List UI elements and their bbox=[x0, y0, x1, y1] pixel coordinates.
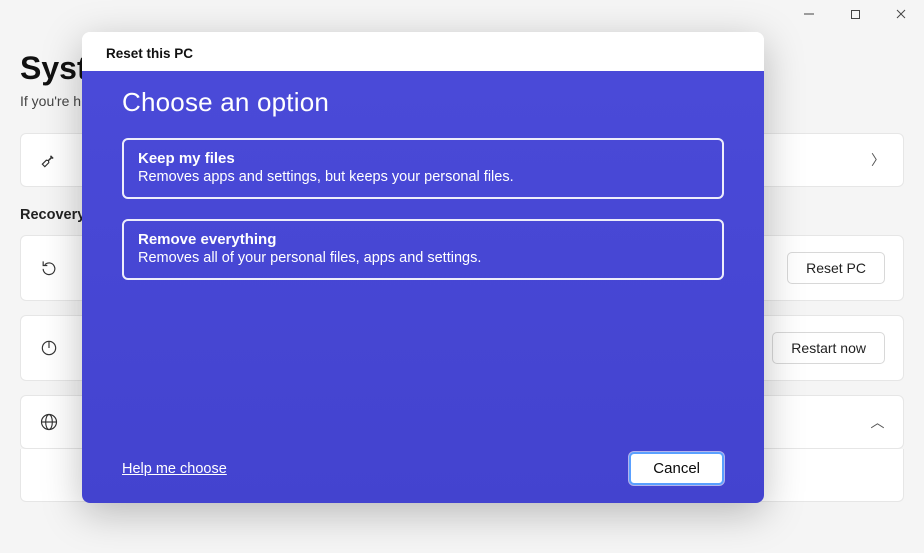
maximize-icon bbox=[850, 9, 861, 20]
power-gear-icon bbox=[39, 338, 59, 358]
restart-now-button[interactable]: Restart now bbox=[772, 332, 885, 364]
option-desc: Removes apps and settings, but keeps you… bbox=[138, 169, 708, 185]
close-icon bbox=[895, 8, 907, 20]
option-title: Keep my files bbox=[138, 150, 708, 167]
dialog-footer: Help me choose Cancel bbox=[122, 440, 724, 485]
reset-icon bbox=[39, 258, 59, 278]
option-remove-everything[interactable]: Remove everything Removes all of your pe… bbox=[122, 219, 724, 280]
chevron-up-icon: 〉 bbox=[868, 415, 888, 429]
maximize-button[interactable] bbox=[832, 0, 878, 28]
spacer-icon bbox=[39, 465, 59, 485]
help-me-choose-link[interactable]: Help me choose bbox=[122, 461, 227, 477]
option-title: Remove everything bbox=[138, 231, 708, 248]
minimize-button[interactable] bbox=[786, 0, 832, 28]
reset-pc-dialog: Reset this PC Choose an option Keep my f… bbox=[82, 32, 764, 503]
chevron-right-icon: 〉 bbox=[871, 150, 885, 170]
cancel-button[interactable]: Cancel bbox=[629, 452, 724, 485]
minimize-icon bbox=[803, 8, 815, 20]
dialog-body: Choose an option Keep my files Removes a… bbox=[82, 71, 764, 503]
reset-pc-button[interactable]: Reset PC bbox=[787, 252, 885, 284]
dialog-header: Reset this PC bbox=[82, 32, 764, 71]
dialog-header-title: Reset this PC bbox=[106, 46, 740, 61]
option-keep-my-files[interactable]: Keep my files Removes apps and settings,… bbox=[122, 138, 724, 199]
globe-icon bbox=[39, 412, 59, 432]
close-button[interactable] bbox=[878, 0, 924, 28]
window-controls bbox=[786, 0, 924, 28]
dialog-heading: Choose an option bbox=[122, 87, 724, 118]
wrench-icon bbox=[39, 150, 59, 170]
option-desc: Removes all of your personal files, apps… bbox=[138, 250, 708, 266]
